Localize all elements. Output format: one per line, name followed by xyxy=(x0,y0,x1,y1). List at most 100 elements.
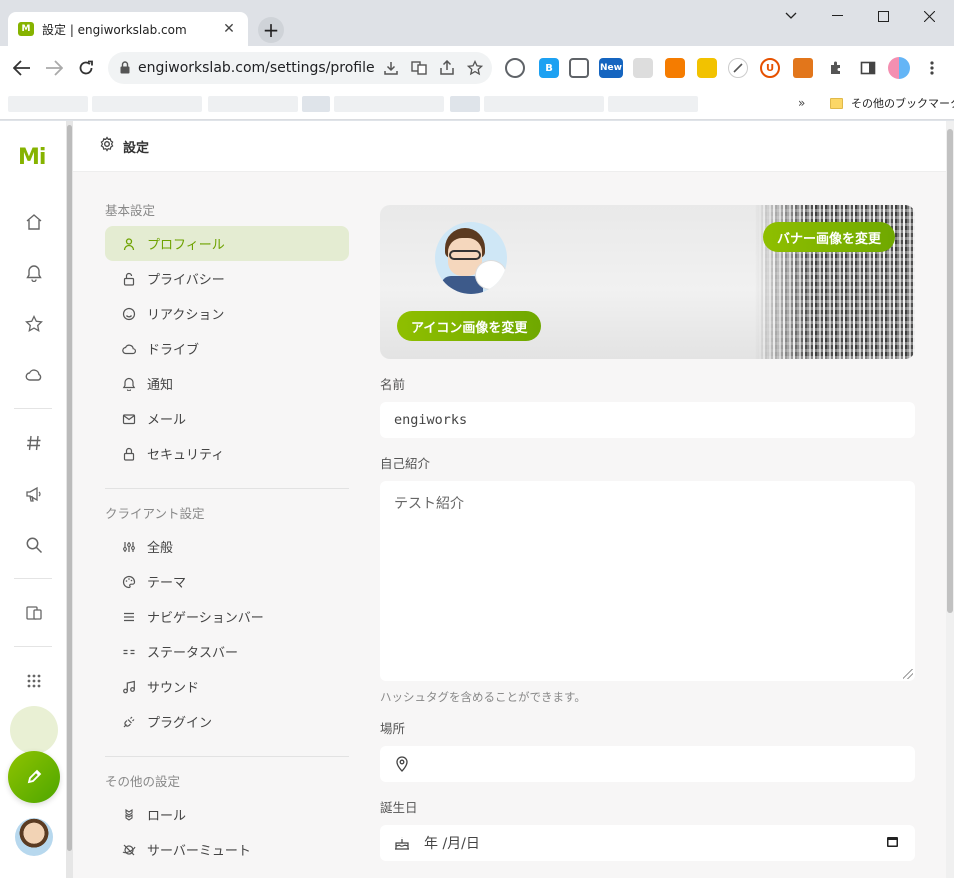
bookmark-item[interactable] xyxy=(450,96,480,112)
side-panel-icon[interactable] xyxy=(858,58,878,78)
menu-item-label: サウンド xyxy=(147,681,200,696)
more-grid-icon[interactable] xyxy=(22,669,46,693)
menu-item-label: テーマ xyxy=(147,576,187,591)
menu-item-server-mute[interactable]: サーバーミュート xyxy=(105,832,349,867)
lock-icon[interactable] xyxy=(120,59,130,78)
maximize-button[interactable] xyxy=(860,0,906,32)
bitly-extension-icon[interactable]: B xyxy=(539,58,559,78)
menu-item-label: プラグイン xyxy=(147,716,213,731)
screenshot-extension-icon[interactable] xyxy=(633,58,653,78)
menu-item-plugins[interactable]: プラグイン xyxy=(105,704,349,739)
menu-item-statusbar[interactable]: ステータスバー xyxy=(105,634,349,669)
cake-icon xyxy=(394,835,410,851)
menu-item-label: 全般 xyxy=(147,541,174,556)
install-app-icon[interactable] xyxy=(382,59,400,77)
notification-bell-icon[interactable] xyxy=(22,261,46,285)
pencil-icon xyxy=(27,769,42,784)
misskey-logo[interactable]: Mi xyxy=(18,145,46,170)
lock-icon xyxy=(122,447,136,461)
forward-button[interactable] xyxy=(40,54,68,82)
bookmarks-more-chevron-icon[interactable]: » xyxy=(798,96,805,110)
menu-item-label: プロフィール xyxy=(147,238,225,253)
bookmark-item[interactable] xyxy=(302,96,330,112)
bookmark-item[interactable] xyxy=(8,96,88,112)
home-icon[interactable] xyxy=(22,210,46,234)
bookmark-item[interactable] xyxy=(484,96,604,112)
client-settings-heading: クライアント設定 xyxy=(105,506,205,521)
analytics-extension-icon[interactable] xyxy=(665,58,685,78)
other-bookmarks-label: その他のブックマーク xyxy=(851,97,954,110)
address-bar[interactable]: engiworkslab.com/settings/profile xyxy=(108,52,492,84)
menu-item-reaction[interactable]: リアクション xyxy=(105,296,349,331)
url-text[interactable]: engiworkslab.com/settings/profile xyxy=(138,60,375,76)
navbar-scrollbar[interactable] xyxy=(66,121,73,878)
profile-avatar-icon[interactable] xyxy=(888,57,910,79)
menu-item-profile[interactable]: プロフィール xyxy=(105,226,349,261)
calendar-icon[interactable] xyxy=(886,835,899,852)
location-input[interactable] xyxy=(380,746,915,782)
browser-toolbar: engiworkslab.com/settings/profile B New … xyxy=(0,46,954,90)
menu-item-navbar[interactable]: ナビゲーションバー xyxy=(105,599,349,634)
menu-item-privacy[interactable]: プライバシー xyxy=(105,261,349,296)
line-extension-icon[interactable] xyxy=(505,58,525,78)
favorite-star-icon[interactable] xyxy=(22,312,46,336)
back-button[interactable] xyxy=(8,54,36,82)
ublock-extension-icon[interactable]: U xyxy=(760,58,780,78)
extensions-puzzle-icon[interactable] xyxy=(826,58,846,78)
translate-icon[interactable] xyxy=(410,59,428,77)
bookmark-item[interactable] xyxy=(208,96,298,112)
announcement-megaphone-icon[interactable] xyxy=(22,482,46,506)
menu-item-notifications[interactable]: 通知 xyxy=(105,366,349,401)
bio-text: テスト紹介 xyxy=(394,496,464,512)
bookmarks-bar: » その他のブックマーク xyxy=(0,90,954,120)
translate-extension-icon[interactable] xyxy=(697,58,717,78)
metamask-extension-icon[interactable] xyxy=(793,58,813,78)
search-icon[interactable] xyxy=(22,533,46,557)
page-header: 設定 xyxy=(73,121,946,172)
bookmark-item[interactable] xyxy=(334,96,444,112)
resize-handle[interactable] xyxy=(903,669,913,679)
browser-menu-icon[interactable] xyxy=(922,58,942,78)
planet-off-icon xyxy=(122,843,136,857)
menu-item-email[interactable]: メール xyxy=(105,401,349,436)
bookmark-star-icon[interactable] xyxy=(466,59,484,77)
devices-icon[interactable] xyxy=(22,601,46,625)
menu-item-security[interactable]: セキュリティ xyxy=(105,436,349,471)
browser-tab[interactable]: M 設定 | engiworkslab.com ✕ xyxy=(8,12,248,46)
compose-note-button[interactable] xyxy=(8,751,60,803)
tools-extension-icon[interactable] xyxy=(728,58,748,78)
bookmark-item[interactable] xyxy=(92,96,202,112)
other-bookmarks-folder[interactable]: その他のブックマーク xyxy=(830,95,954,111)
menu-item-drive[interactable]: ドライブ xyxy=(105,331,349,366)
birthday-label: 誕生日 xyxy=(380,800,418,815)
new-tab-button[interactable]: + xyxy=(258,17,284,43)
app-navbar: Mi xyxy=(0,121,66,878)
name-input[interactable]: engiworks xyxy=(380,402,915,438)
copilot-extension-icon[interactable] xyxy=(569,58,589,78)
share-icon[interactable] xyxy=(438,59,456,77)
hashtag-icon[interactable] xyxy=(22,431,46,455)
bookmark-item[interactable] xyxy=(608,96,698,112)
birthday-placeholder: 年 /月/日 xyxy=(424,836,480,852)
account-avatar[interactable] xyxy=(15,818,53,856)
change-banner-button[interactable]: バナー画像を変更 xyxy=(763,222,896,252)
settings-nav-button[interactable] xyxy=(10,706,58,754)
bell-icon xyxy=(122,377,136,391)
menu-item-roles[interactable]: ロール xyxy=(105,797,349,832)
window-menu-chevron-icon[interactable] xyxy=(768,0,814,32)
change-avatar-button[interactable]: アイコン画像を変更 xyxy=(397,311,542,341)
bio-textarea[interactable]: テスト紹介 xyxy=(380,481,915,681)
tab-close-icon[interactable]: ✕ xyxy=(220,21,238,37)
reload-button[interactable] xyxy=(72,54,100,82)
birthday-input[interactable]: 年 /月/日 xyxy=(380,825,915,861)
menu-item-theme[interactable]: テーマ xyxy=(105,564,349,599)
menu-item-sound[interactable]: サウンド xyxy=(105,669,349,704)
menu-item-general[interactable]: 全般 xyxy=(105,529,349,564)
minimize-button[interactable] xyxy=(814,0,860,32)
list-icon xyxy=(122,610,136,624)
close-window-button[interactable] xyxy=(906,0,952,32)
drive-cloud-icon[interactable] xyxy=(22,363,46,387)
new-extension-icon[interactable]: New xyxy=(599,58,623,78)
page-scrollbar[interactable] xyxy=(946,121,954,878)
name-label: 名前 xyxy=(380,377,406,392)
